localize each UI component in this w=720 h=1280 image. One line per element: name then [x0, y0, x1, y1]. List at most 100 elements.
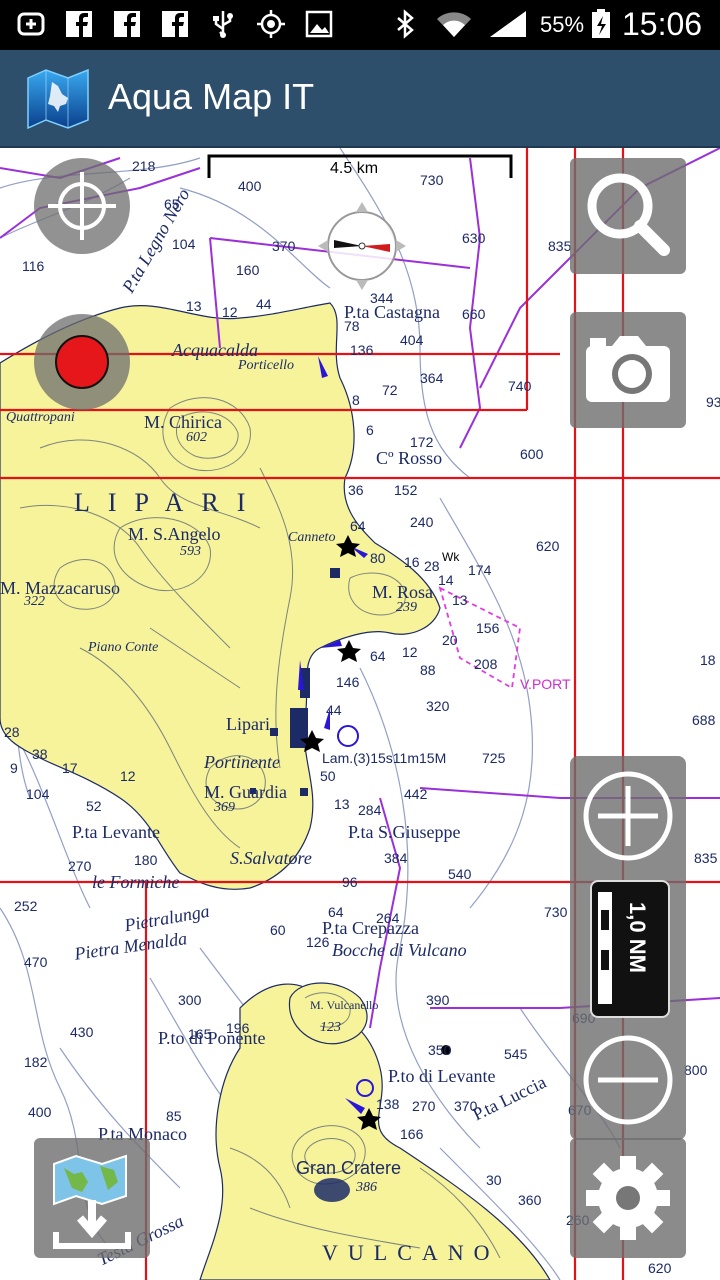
depth-label: 370: [454, 1098, 478, 1114]
depth-label: 240: [410, 514, 434, 530]
place-label: Piano Conte: [88, 640, 159, 655]
usb-icon: [213, 11, 233, 38]
battery-charging-icon: [592, 9, 610, 38]
depth-label: 300: [178, 992, 202, 1008]
depth-label: 13: [334, 796, 350, 812]
depth-label: 8: [352, 392, 360, 408]
depth-label: 930: [706, 394, 720, 410]
depth-label: 725: [482, 750, 506, 766]
place-label: M. Chirica: [144, 412, 222, 432]
depth-label: 104: [172, 236, 196, 252]
depth-label: 430: [70, 1024, 94, 1040]
download-map-button[interactable]: [34, 1138, 150, 1258]
place-label: Quattropani: [6, 410, 75, 425]
depth-label: 620: [536, 538, 560, 554]
gear-icon: [586, 1156, 670, 1240]
zoom-out-icon[interactable]: [580, 1032, 676, 1128]
depth-label: 165: [188, 1026, 212, 1042]
depth-label: 400: [238, 178, 262, 194]
depth-label: 44: [326, 702, 342, 718]
place-label: Cº Rosso: [376, 448, 443, 468]
height-label: 386: [356, 1180, 377, 1195]
nautical-chart-map[interactable]: 4.5 km P.ta Legno Nero P.ta Castagna Acq…: [0, 148, 720, 1280]
place-label: Bocche di Vulcano: [332, 940, 467, 960]
app-title: Aqua Map IT: [108, 76, 315, 117]
place-label: P.to di Levante: [388, 1066, 496, 1086]
settings-button[interactable]: [570, 1138, 686, 1258]
depth-label: 64: [370, 648, 386, 664]
map-scale-label: 4.5 km: [330, 160, 379, 177]
record-track-button[interactable]: [34, 314, 130, 410]
height-label: 322: [24, 594, 45, 609]
depth-label: 835: [694, 850, 718, 866]
search-icon: [587, 173, 670, 256]
map-logo-icon: [27, 68, 89, 130]
search-button[interactable]: [570, 158, 686, 274]
depth-label: 660: [462, 306, 486, 322]
place-label: Canneto: [288, 530, 336, 545]
depth-label: 136: [350, 342, 374, 358]
camera-icon: [586, 336, 670, 402]
place-label: V.PORT: [520, 676, 571, 692]
island-name-vulcano: VULCANO: [322, 1240, 500, 1265]
compass-icon[interactable]: [316, 200, 408, 292]
depth-label: 630: [462, 230, 486, 246]
depth-label: 208: [474, 656, 498, 672]
action-bar: Aqua Map IT: [0, 50, 720, 148]
depth-label: 64: [350, 518, 366, 534]
bluetooth-icon: [397, 9, 414, 39]
depth-label: 72: [382, 382, 398, 398]
depth-label: 38: [32, 746, 48, 762]
depth-label: 12: [120, 768, 136, 784]
depth-label: 60: [270, 922, 286, 938]
depth-label: 284: [358, 802, 382, 818]
depth-label: 400: [28, 1104, 52, 1120]
status-bar: 55% 15:06: [0, 0, 720, 50]
depth-label: 270: [412, 1098, 436, 1114]
depth-label: 126: [306, 934, 330, 950]
depth-label: 384: [384, 850, 408, 866]
depth-label: 116: [22, 258, 45, 274]
depth-label: 17: [62, 760, 78, 776]
depth-label: 174: [468, 562, 492, 578]
depth-label: 88: [420, 662, 436, 678]
zoom-in-icon[interactable]: [580, 768, 676, 864]
place-label: Lipari: [226, 714, 270, 734]
record-icon: [55, 335, 109, 389]
depth-label: 196: [226, 1020, 250, 1036]
depth-label: 96: [342, 874, 358, 890]
depth-label: 104: [26, 786, 50, 802]
place-label: M. Mazzacaruso: [0, 578, 120, 598]
place-label: M. Vulcanello: [310, 998, 379, 1012]
place-label: P.ta S.Giuseppe: [348, 822, 461, 842]
height-label: 239: [396, 600, 417, 615]
camera-button[interactable]: [570, 312, 686, 428]
depth-label: 182: [24, 1054, 48, 1070]
depth-label: 470: [24, 954, 48, 970]
depth-label: 50: [320, 768, 336, 784]
depth-label: 800: [684, 1062, 708, 1078]
locate-button[interactable]: [34, 158, 130, 254]
depth-label: 264: [376, 910, 400, 926]
zoom-panel: 1,0 NM: [570, 756, 686, 1140]
depth-label: 344: [370, 290, 394, 306]
scale-ruler-icon: [598, 892, 612, 1004]
depth-label: 740: [508, 378, 532, 394]
depth-label: 835: [548, 238, 572, 254]
depth-label: 80: [370, 550, 386, 566]
depth-label: 14: [438, 572, 454, 588]
depth-label: 152: [394, 482, 418, 498]
height-label: 602: [186, 430, 207, 445]
facebook-icon: [114, 11, 140, 37]
place-label: S.Salvatore: [230, 848, 312, 868]
depth-label: 620: [648, 1260, 672, 1276]
depth-label: 85: [166, 1108, 182, 1124]
depth-label: 64: [328, 904, 344, 920]
place-label: M. S.Angelo: [128, 524, 221, 544]
depth-label: 36: [348, 482, 364, 498]
chart-scale-indicator: 1,0 NM: [590, 880, 670, 1018]
facebook-icon: [162, 11, 188, 37]
island-name-lipari: LIPARI: [74, 488, 264, 517]
light-label: Lam.(3)15s11m15M: [322, 750, 447, 766]
height-label: 369: [214, 800, 235, 815]
